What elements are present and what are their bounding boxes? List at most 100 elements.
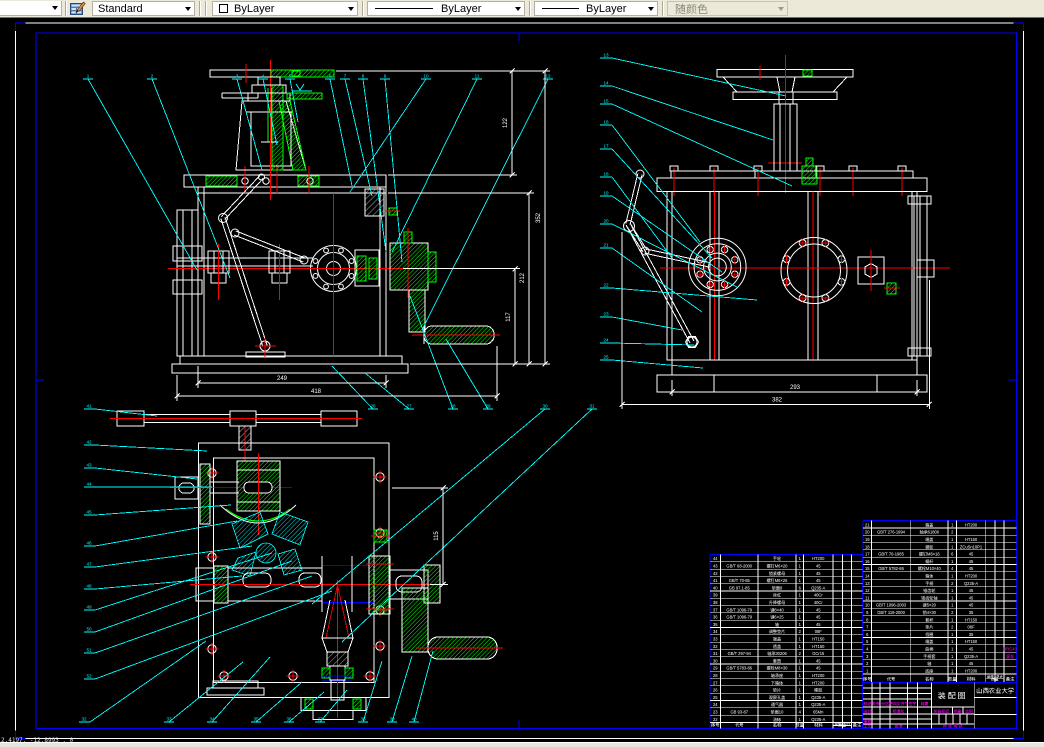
bom-cell-text: HT200: [812, 556, 825, 561]
leader-number: 20: [603, 219, 609, 224]
named-view-combo[interactable]: [0, 1, 62, 16]
bom-cell-text: 箱盖: [925, 521, 933, 527]
bom-cell-text: 19: [865, 537, 870, 542]
bom-header-text: 备注: [1005, 677, 1015, 682]
bom-cell-text: 26: [713, 688, 718, 693]
leader-number: 44: [86, 482, 92, 487]
leader-number: 10: [423, 74, 429, 79]
bom-cell-text: 螺栓M10×40: [918, 565, 942, 571]
bom-cell-text: 45: [969, 552, 974, 557]
leader-number: 2: [151, 74, 154, 79]
bom-header-text: 序号: [710, 723, 720, 728]
bom-cell-text: 垫片: [925, 624, 933, 630]
cad-geometry: [291, 70, 301, 77]
bom-cell-text: 手柄套: [923, 653, 935, 659]
bom-header-text: 名称: [925, 676, 934, 682]
color-control-combo[interactable]: ByLayer: [212, 1, 358, 16]
bom-cell-text: 调整垫片: [769, 628, 785, 634]
bom-cell-text: 套筒: [773, 657, 781, 663]
bom-cell-text: 锥齿轮: [923, 587, 935, 593]
bom-cell-text: 08F: [815, 629, 823, 634]
title-block-label: 签字: [908, 701, 917, 706]
bom-cell-text: 螺钉M6×16: [919, 551, 941, 557]
bom-cell-text: 28: [713, 673, 718, 678]
object-properties-toolbar: Standard ByLayer ByLayer ByLayer 随颜色: [0, 0, 1044, 18]
bom-cell-text: 38: [713, 600, 718, 605]
lineweight-control-combo[interactable]: ByLayer: [534, 1, 658, 16]
leader-number: 41: [86, 404, 92, 409]
bom-cell-text: 43: [713, 564, 718, 569]
bom-cell-text: 端盖: [925, 536, 933, 542]
cad-geometry: [801, 165, 818, 185]
toolbar-separator: [662, 1, 664, 16]
bom-cell-text: 螺钉M6×20: [767, 563, 789, 569]
cad-geometry: [368, 257, 378, 280]
bom-cell-text: 23: [713, 710, 718, 715]
bom-cell-text: 21: [865, 522, 870, 527]
bom-cell-text: 通气器: [771, 701, 783, 707]
leader-number: 13: [603, 53, 609, 58]
bom-cell-text: GB/T 70-1985: [878, 552, 904, 557]
bom-cell-text: 16: [865, 559, 870, 564]
bom-cell-text: 45: [816, 622, 821, 627]
chevron-down-icon: [778, 7, 784, 11]
plotstyle-control-combo[interactable]: 随颜色: [667, 1, 788, 16]
text-style-combo[interactable]: Standard: [92, 1, 195, 16]
style-manager-button[interactable]: [69, 1, 89, 16]
leader-number: 30: [542, 404, 548, 409]
cad-geometry: [802, 69, 813, 77]
bom-header-text: 数量: [948, 677, 957, 682]
leader-number: 17: [603, 144, 609, 149]
title-block-label: 阶段标记: [934, 708, 949, 713]
bom-cell-text: 25: [713, 695, 718, 700]
cad-geometry: [286, 92, 323, 100]
bom-cell-text: 螺栓M8×30: [767, 665, 789, 671]
bom-cell-text: 33: [713, 637, 718, 642]
cad-geometry: [401, 587, 429, 653]
bom-cell-text: GB 93-87: [730, 710, 748, 715]
chevron-down-icon: [348, 7, 354, 11]
bom-cell-text: HT200: [965, 522, 978, 527]
leader-number: 6: [329, 74, 332, 79]
drawing-canvas[interactable]: 1 2 3 4 5 6 7 8 9 10 11 121314151617181920212223242…: [0, 0, 1044, 747]
bom-cell-text: 45: [816, 607, 821, 612]
bom-header-text: 备注: [852, 723, 862, 728]
bom-cell-text: GB/T 1096-79: [726, 615, 752, 620]
bom-cell-text: GB/T 5782-86: [878, 566, 904, 571]
cad-geometry: [243, 481, 273, 494]
bom-cell-text: Q235-A: [811, 585, 825, 590]
linetype-value: ByLayer: [441, 2, 482, 15]
bom-cell-text: 42: [713, 571, 718, 576]
bom-cell-text: 曲柄: [925, 646, 933, 652]
bom-cell-text: GB/T 70-85: [729, 578, 751, 583]
bom-cell-text: GB/T 1096-79: [726, 607, 752, 612]
bom-header-text: 材料: [967, 677, 976, 682]
leader-number: 18: [603, 172, 609, 177]
cad-geometry: [270, 69, 335, 78]
bom-cell-text: HT150: [965, 639, 978, 644]
table-style-icon: [70, 1, 86, 15]
leader-number: 16: [603, 120, 609, 125]
bom-cell-text: 15: [865, 566, 870, 571]
cad-geometry: [205, 175, 238, 187]
bom-cell-text: Q235-A: [811, 717, 825, 722]
bom-cell-text: 36: [713, 615, 718, 620]
cad-geometry: [389, 242, 429, 291]
bom-cell-text: 橡胶: [814, 687, 822, 693]
bom-cell-text: 端盖: [773, 636, 781, 642]
bom-cell-text: 套杯: [925, 616, 933, 622]
bom-cell-text: HT150: [965, 537, 978, 542]
bom-cell-text: 40: [713, 585, 718, 590]
cad-geometry: [427, 251, 437, 283]
color-value: ByLayer: [234, 2, 275, 15]
bom-cell-text: 12: [865, 588, 870, 593]
title-block-label: 标准化: [892, 708, 905, 713]
bom-cell-text: 螺钉M8×25: [767, 577, 789, 583]
linetype-control-combo[interactable]: ByLayer: [367, 1, 525, 16]
bom-cell-text: GB/T 276-1994: [877, 530, 906, 535]
bom-cell-text: HT200: [965, 574, 978, 579]
bom-cell-text: 45: [816, 658, 821, 663]
command-line-edge: [0, 742, 1044, 747]
leader-number: 1: [87, 74, 90, 79]
bom-cell-text: GB/T 1096-2003: [876, 603, 907, 608]
